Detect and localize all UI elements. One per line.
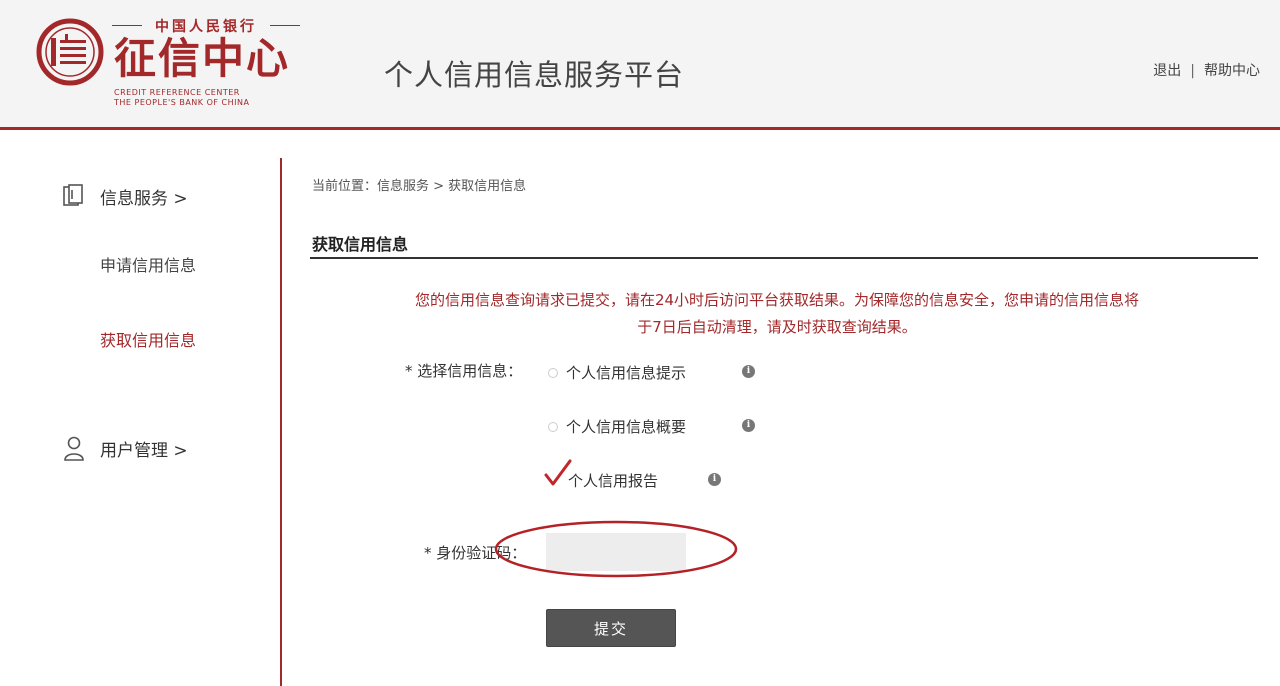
sidebar-item-info-service[interactable]: 信息服务 >	[62, 183, 188, 209]
sidebar-item-apply-credit-info[interactable]: 申请信用信息	[100, 252, 196, 276]
option-credit-report[interactable]: 个人信用报告	[568, 470, 658, 491]
submission-notice: 您的信用信息查询请求已提交，请在24小时后访问平台获取结果。为保障您的信息安全，…	[332, 287, 1222, 341]
help-center-link[interactable]: 帮助中心	[1204, 60, 1260, 80]
sidebar-item-user-management[interactable]: 用户管理 >	[62, 435, 188, 461]
logo-en-line2: THE PEOPLE'S BANK OF CHINA	[114, 98, 250, 107]
info-icon[interactable]: i	[708, 473, 721, 486]
notice-line-2: 于7日后自动清理，请及时获取查询结果。	[637, 318, 917, 336]
submit-button[interactable]: 提交	[546, 609, 676, 647]
select-credit-info-label: * 选择信用信息：	[405, 362, 523, 380]
sidebar-item-info-service-label: 信息服务 >	[100, 188, 188, 209]
sidebar-item-get-credit-info[interactable]: 获取信用信息	[100, 327, 196, 351]
option-label: 个人信用报告	[568, 472, 659, 490]
logout-link[interactable]: 退出	[1153, 60, 1181, 80]
credit-center-logo-icon	[36, 18, 104, 86]
main-content: 当前位置：信息服务 > 获取信用信息 获取信用信息 您的信用信息查询请求已提交，…	[282, 133, 1280, 686]
title-divider	[310, 257, 1258, 259]
option-label: 个人信用信息概要	[566, 418, 687, 436]
option-credit-info-hint[interactable]: 个人信用信息提示	[548, 362, 686, 383]
logo-en-line1: CREDIT REFERENCE CENTER	[114, 88, 240, 97]
logo-top-text: 中国人民银行	[112, 16, 300, 36]
link-separator: |	[1190, 63, 1195, 79]
top-links: 退出 | 帮助中心	[1153, 60, 1260, 80]
breadcrumb: 当前位置：信息服务 > 获取信用信息	[312, 179, 527, 194]
card-icon	[63, 184, 83, 206]
notice-line-1: 您的信用信息查询请求已提交，请在24小时后访问平台获取结果。为保障您的信息安全，…	[414, 291, 1140, 309]
radio-button[interactable]	[548, 421, 558, 432]
sidebar: 信息服务 > 申请信用信息 获取信用信息 用户管理 >	[0, 133, 280, 686]
logo-main-text: 征信中心	[114, 34, 291, 83]
option-label: 个人信用信息提示	[566, 364, 687, 382]
info-icon[interactable]: i	[742, 365, 755, 378]
sidebar-item-user-management-label: 用户管理 >	[100, 440, 188, 461]
header: 中国人民银行 征信中心 CREDIT REFERENCE CENTER THE …	[0, 0, 1280, 130]
radio-button[interactable]	[548, 367, 558, 378]
info-icon[interactable]: i	[742, 419, 755, 432]
user-icon	[64, 436, 84, 461]
platform-title: 个人信用信息服务平台	[384, 58, 685, 92]
logo-text: 中国人民银行 征信中心 CREDIT REFERENCE CENTER THE …	[112, 14, 302, 114]
highlight-circle	[494, 520, 738, 578]
page-title: 获取信用信息	[312, 235, 409, 254]
option-credit-info-summary[interactable]: 个人信用信息概要	[548, 416, 686, 437]
